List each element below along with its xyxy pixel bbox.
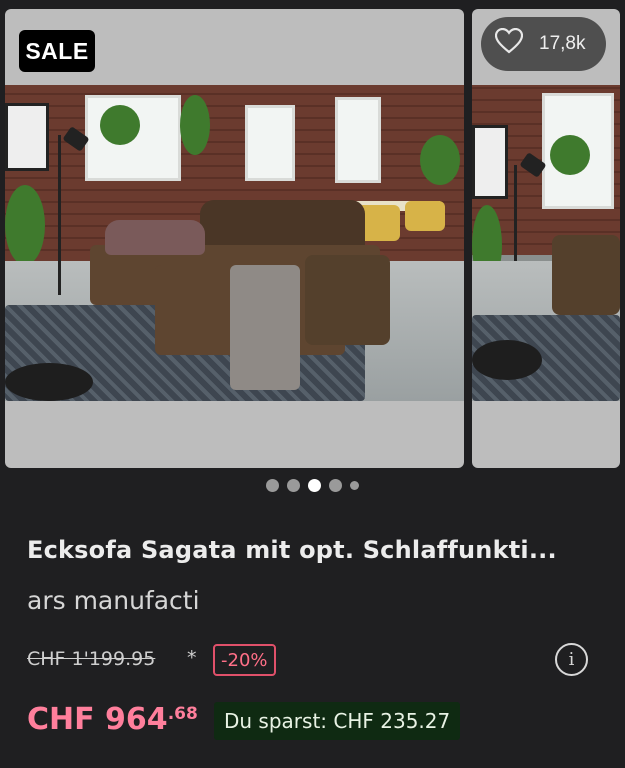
like-button[interactable]: 17,8k bbox=[481, 17, 606, 71]
product-brand[interactable]: ars manufacti bbox=[27, 586, 200, 615]
image-carousel[interactable] bbox=[0, 0, 625, 475]
product-title[interactable]: Ecksofa Sagata mit opt. Schlaffunkti... bbox=[27, 536, 607, 564]
discount-badge: -20% bbox=[213, 644, 276, 676]
price-asterisk: * bbox=[187, 647, 197, 669]
carousel-dot[interactable] bbox=[350, 481, 359, 490]
sale-badge: SALE bbox=[19, 30, 95, 72]
sale-price-main: CHF 964 bbox=[27, 702, 168, 737]
carousel-dot[interactable] bbox=[329, 479, 342, 492]
carousel-dot[interactable] bbox=[287, 479, 300, 492]
carousel-pagination bbox=[0, 479, 625, 492]
heart-icon bbox=[494, 27, 539, 60]
product-image[interactable] bbox=[5, 9, 464, 468]
living-room-photo bbox=[5, 85, 464, 401]
original-price: CHF 1'199.95 bbox=[27, 648, 156, 670]
like-count: 17,8k bbox=[539, 33, 586, 54]
living-room-photo-next bbox=[472, 85, 620, 401]
carousel-dot-active[interactable] bbox=[308, 479, 321, 492]
info-icon[interactable]: i bbox=[555, 643, 588, 676]
sale-price: CHF 964.68 bbox=[27, 702, 198, 737]
next-product-image[interactable] bbox=[472, 9, 620, 468]
sale-price-cents: .68 bbox=[167, 704, 198, 724]
carousel-dot[interactable] bbox=[266, 479, 279, 492]
savings-badge: Du sparst: CHF 235.27 bbox=[214, 702, 461, 740]
